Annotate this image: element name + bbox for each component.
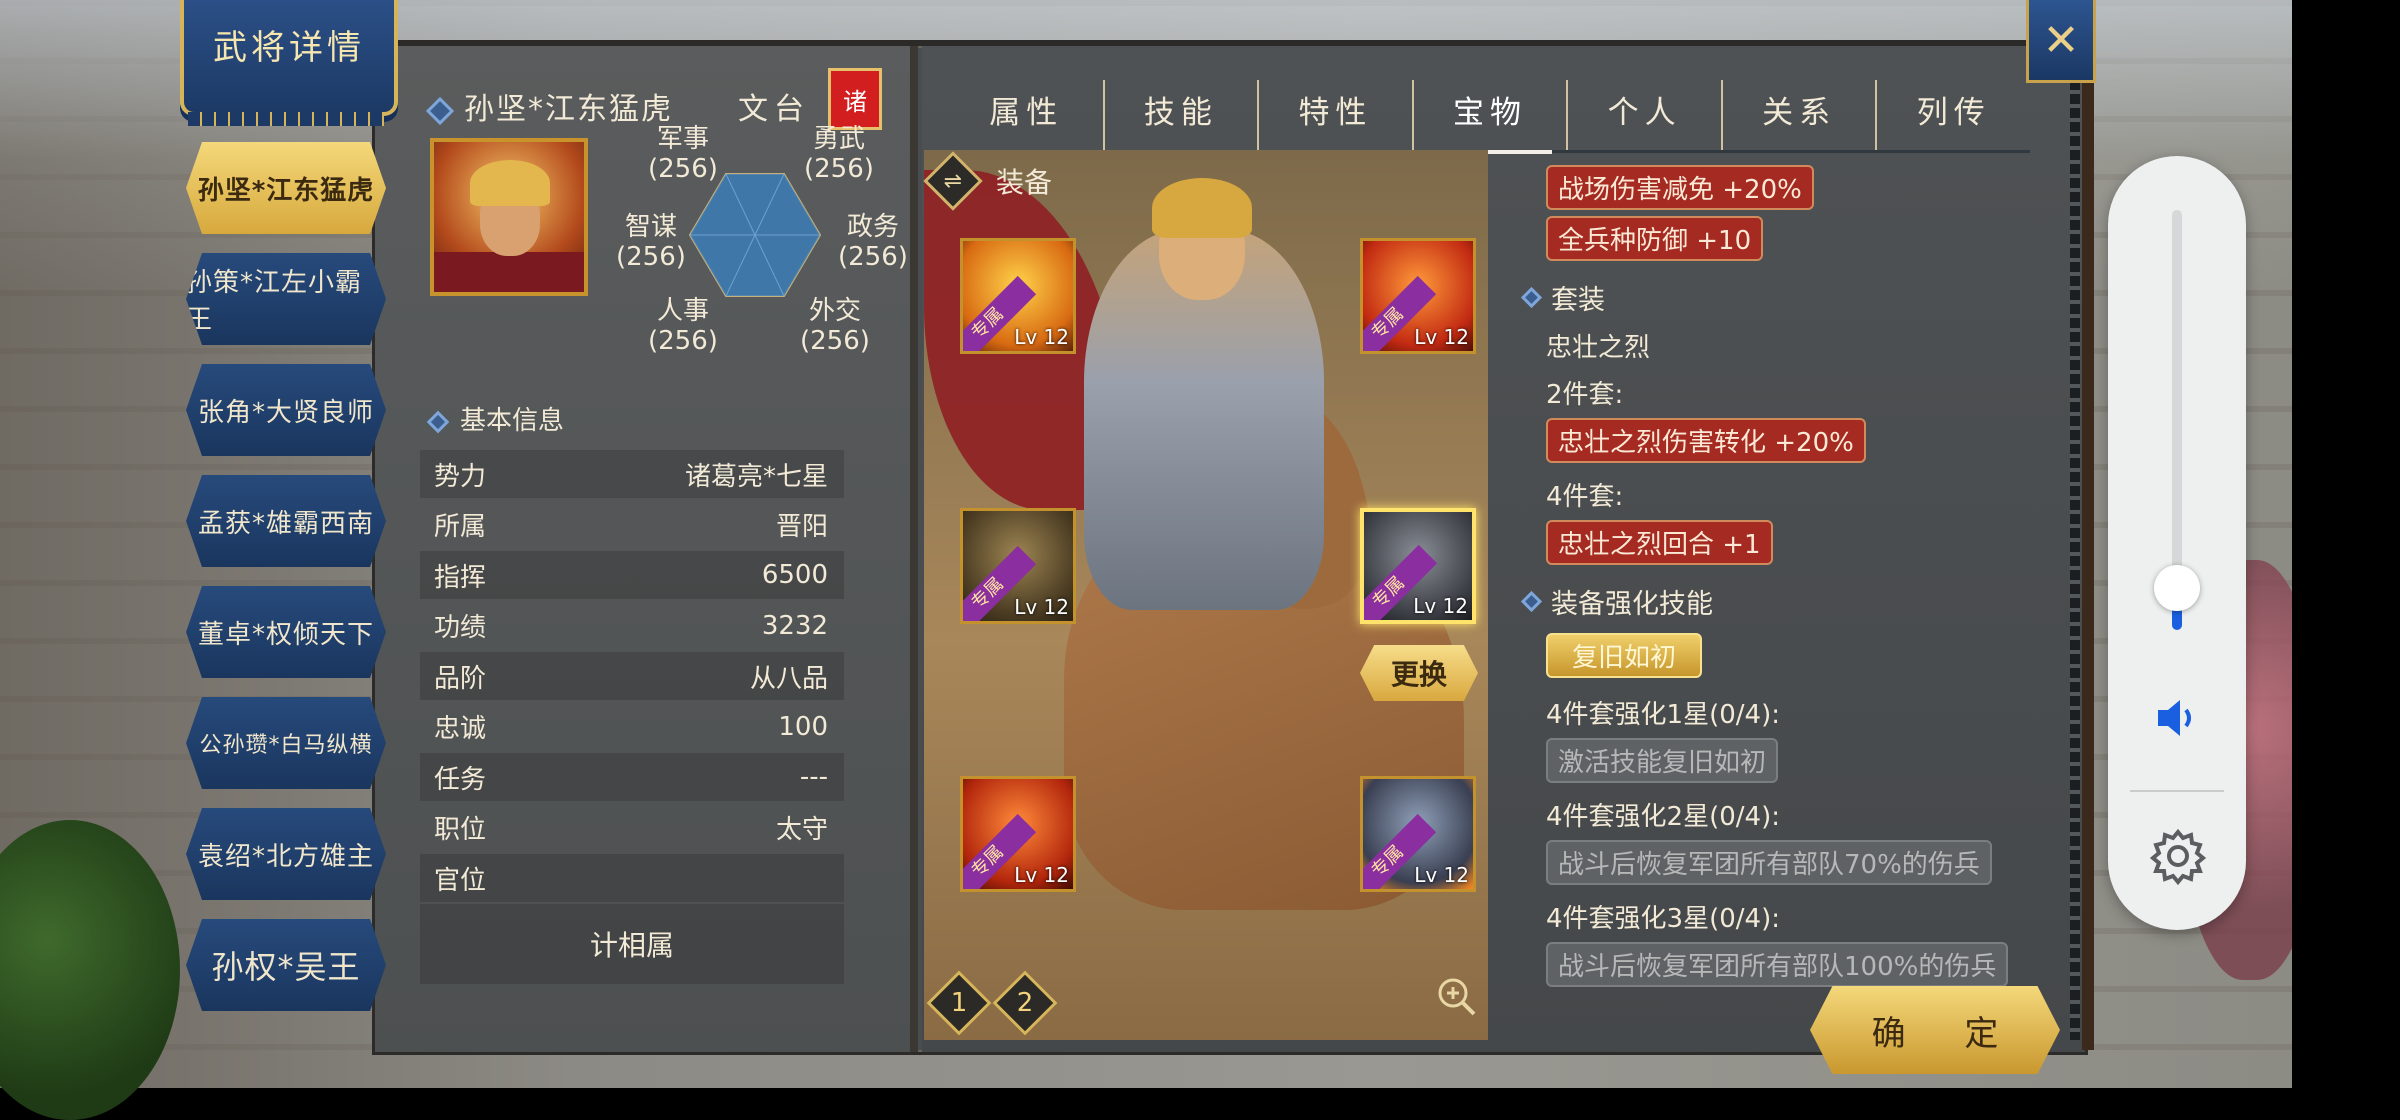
info-row: 势力 诸葛亮*七星 [420, 450, 844, 498]
faction-tag: 诸 [828, 68, 882, 130]
info-row: 指挥 6500 [420, 551, 844, 599]
volume-divider [2130, 790, 2224, 792]
stat-strategy: 智谋 (256) [616, 212, 686, 272]
banner-fringe [188, 112, 384, 126]
info-row: 官位 [420, 854, 844, 902]
slot-level: Lv 12 [1014, 595, 1069, 619]
horse-slot[interactable]: 专属 Lv 12 [960, 508, 1076, 624]
general-item[interactable]: 孙坚*江东猛虎 [186, 142, 386, 234]
tab-traits[interactable]: 特性 [1259, 80, 1414, 150]
basic-info-table: 势力 诸葛亮*七星 所属 晋阳 指挥 6500 功绩 3232 品阶 从八品 忠诚 100 … [420, 450, 844, 905]
general-item[interactable]: 董卓*权倾天下 [186, 586, 386, 678]
tab-attributes[interactable]: 属性 [950, 80, 1105, 150]
general-item[interactable]: 公孙瓒*白马纵横 [186, 697, 386, 789]
dragon-slot[interactable]: 专属 Lv 12 [960, 776, 1076, 892]
basic-info-title: 基本信息 [426, 400, 564, 437]
info-row: 忠诚 100 [434, 711, 828, 745]
title-banner-text: 武将详情 [213, 28, 365, 68]
info-row: 所属 晋阳 [434, 512, 828, 542]
gear-icon[interactable] [2148, 826, 2208, 886]
diamond-icon [425, 96, 455, 125]
portrait-cloak [434, 252, 584, 292]
slot-level: Lv 12 [1414, 325, 1469, 349]
effect-badge: 忠壮之烈伤害转化 +20% [1546, 418, 1866, 463]
hero-courtesy-name: 文台 [738, 92, 810, 127]
slot-level: Lv 12 [1413, 594, 1468, 618]
chain-decoration [2070, 80, 2080, 1040]
hero-name-text: 孙坚*江东猛虎 [464, 92, 673, 127]
stat-personnel: 人事 (256) [648, 296, 718, 356]
volume-panel [2108, 156, 2246, 930]
zoom-in-icon[interactable] [1436, 976, 1478, 1018]
tier-desc: 战斗后恢复军团所有部队70%的伤兵 [1546, 840, 1992, 885]
general-item[interactable]: 孙权*吴王 [186, 919, 386, 1011]
stat-politics: 政务 (256) [838, 212, 908, 272]
equipment-title: ⇌ 装备 [923, 151, 1052, 211]
detail-tabs: 属性 技能 特性 宝物 个人 关系 列传 [950, 80, 2030, 154]
tab-personal[interactable]: 个人 [1568, 80, 1723, 150]
close-button[interactable]: ✕ [2026, 0, 2096, 83]
speaker-icon[interactable] [2152, 696, 2202, 740]
hero-helmet [1152, 178, 1252, 238]
set-title: 套装 [1520, 278, 2046, 317]
panel-frame-edge [2082, 40, 2094, 1050]
effect-badge: 全兵种防御 +10 [1546, 216, 1764, 261]
info-row: 职位 太守 [434, 815, 828, 845]
general-item[interactable]: 张角*大贤良师 [186, 364, 386, 456]
tab-skills[interactable]: 技能 [1105, 80, 1260, 150]
hero-name: 孙坚*江东猛虎 [425, 84, 673, 128]
tab-relations[interactable]: 关系 [1723, 80, 1878, 150]
replace-button[interactable]: 更换 [1360, 645, 1478, 701]
spear-slot[interactable]: 专属 Lv 12 [1360, 238, 1476, 354]
relate-button[interactable]: 计相属 [420, 904, 844, 984]
enhance-skill-badge[interactable]: 复旧如初 [1546, 633, 1703, 678]
treasure-effects: 战场伤害减免 +20% 全兵种防御 +10 套装 忠壮之烈 2件套: 忠壮之烈伤… [1520, 162, 2046, 990]
general-list: 孙坚*江东猛虎 孙策*江左小霸王 张角*大贤良师 孟获*雄霸西南 董卓*权倾天下… [186, 142, 386, 1030]
slot-level: Lv 12 [1014, 863, 1069, 887]
info-row: 功绩 3232 [434, 610, 828, 644]
general-item[interactable]: 孙策*江左小霸王 [186, 253, 386, 345]
info-row: 品阶 从八品 [420, 652, 844, 700]
slot-level: Lv 12 [1014, 325, 1069, 349]
hero-portrait [430, 138, 588, 296]
stat-diplomacy: 外交 (256) [800, 296, 870, 356]
tab-biography[interactable]: 列传 [1877, 80, 2030, 150]
effect-badge: 忠壮之烈回合 +1 [1546, 520, 1773, 565]
tier-label: 4件套强化3星(0/4): [1546, 904, 1780, 934]
close-icon: ✕ [2042, 14, 2080, 66]
info-row: 任务 --- [420, 753, 844, 801]
screen-edge [2292, 0, 2400, 1088]
seal-slot[interactable]: 专属 Lv 12 [1360, 776, 1476, 892]
title-banner: 武将详情 [180, 0, 398, 116]
enhance-title: 装备强化技能 [1520, 582, 2046, 621]
tab-treasures[interactable]: 宝物 [1414, 80, 1569, 154]
slot-level: Lv 12 [1414, 863, 1469, 887]
portrait-helmet [470, 160, 550, 206]
weapon-slot[interactable]: 专属 Lv 12 [960, 238, 1076, 354]
four-piece-label: 4件套: [1546, 482, 1624, 512]
confirm-button[interactable]: 确 定 [1810, 986, 2060, 1074]
general-item[interactable]: 袁绍*北方雄主 [186, 808, 386, 900]
tier-label: 4件套强化1星(0/4): [1546, 700, 1780, 730]
volume-slider-knob[interactable] [2154, 565, 2200, 611]
stat-hexagon-chart [688, 173, 822, 297]
tier-desc: 激活技能复旧如初 [1546, 738, 1779, 783]
diamond-icon [426, 410, 450, 433]
armor-slot[interactable]: 专属 Lv 12 [1360, 508, 1476, 624]
set-name: 忠壮之烈 [1546, 333, 1651, 363]
tree-decoration [0, 820, 180, 1120]
two-piece-label: 2件套: [1546, 380, 1624, 410]
tier-desc: 战斗后恢复军团所有部队100%的伤兵 [1546, 942, 2009, 987]
effect-badge: 战场伤害减免 +20% [1546, 165, 1814, 210]
tier-label: 4件套强化2星(0/4): [1546, 802, 1780, 832]
swap-icon[interactable]: ⇌ [923, 151, 983, 211]
general-item[interactable]: 孟获*雄霸西南 [186, 475, 386, 567]
